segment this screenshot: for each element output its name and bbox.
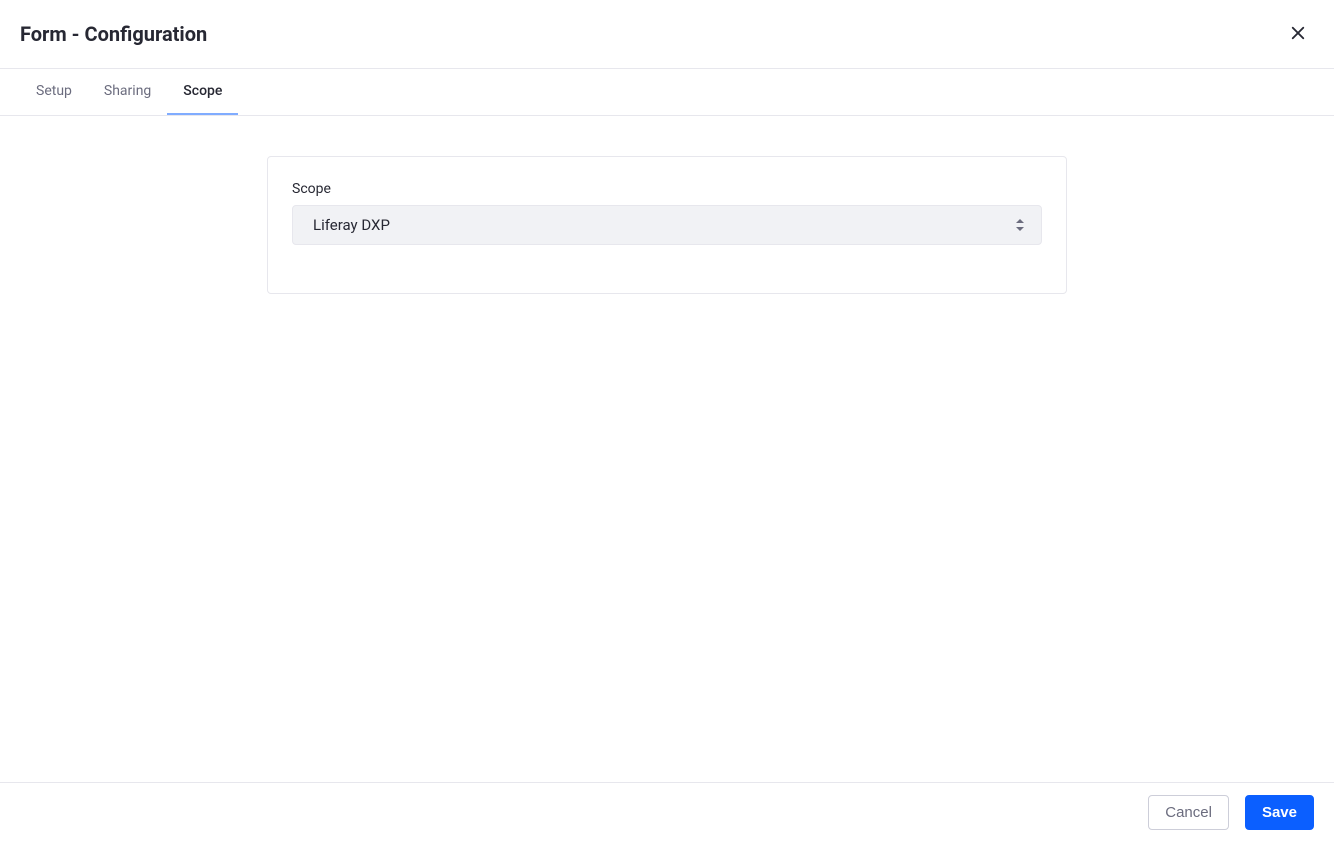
modal-title: Form - Configuration bbox=[20, 22, 207, 46]
tabs-nav: Setup Sharing Scope bbox=[0, 69, 1334, 116]
tab-scope[interactable]: Scope bbox=[167, 69, 238, 115]
tab-sharing[interactable]: Sharing bbox=[88, 69, 167, 115]
tab-label: Scope bbox=[183, 83, 222, 99]
content-area: Scope Liferay DXP bbox=[0, 116, 1334, 294]
close-button[interactable] bbox=[1282, 18, 1314, 50]
scope-select[interactable]: Liferay DXP bbox=[292, 205, 1042, 245]
scope-select-value: Liferay DXP bbox=[313, 216, 390, 234]
modal-header: Form - Configuration bbox=[0, 0, 1334, 69]
tab-label: Setup bbox=[36, 83, 72, 99]
close-icon bbox=[1289, 24, 1307, 45]
scope-field-label: Scope bbox=[292, 181, 1042, 197]
save-button[interactable]: Save bbox=[1245, 795, 1314, 830]
modal-footer: Cancel Save bbox=[0, 782, 1334, 842]
scope-panel: Scope Liferay DXP bbox=[267, 156, 1067, 294]
tab-setup[interactable]: Setup bbox=[20, 69, 88, 115]
scope-select-wrapper: Liferay DXP bbox=[292, 205, 1042, 245]
cancel-button[interactable]: Cancel bbox=[1148, 795, 1229, 830]
tab-label: Sharing bbox=[104, 83, 151, 99]
